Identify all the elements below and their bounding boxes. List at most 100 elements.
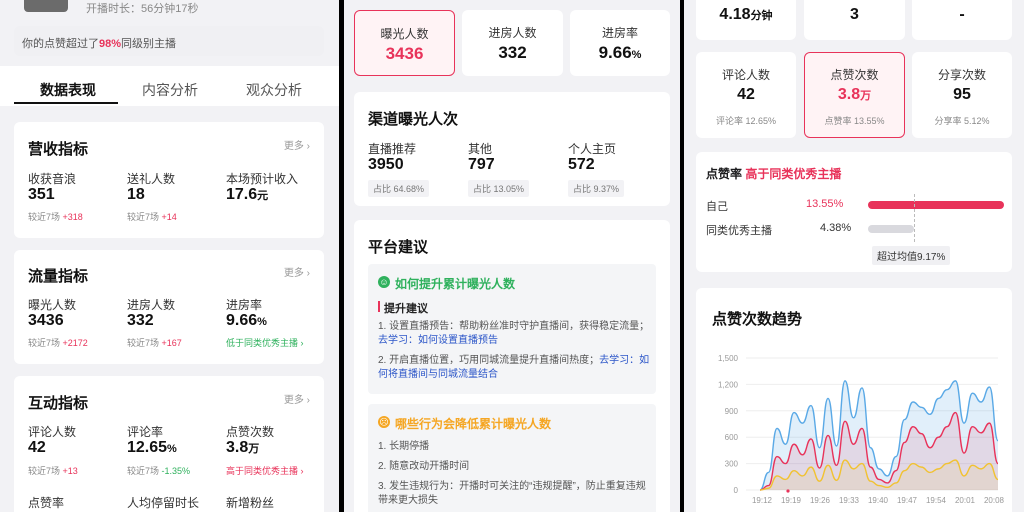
tile-label: 评论人数 xyxy=(721,68,770,82)
like-trend-chart: 0 300 600 900 1,200 1,500 19:12 19:19 19:26 19:33… xyxy=(718,354,1005,505)
x-tick-label: 20:08 xyxy=(984,496,1005,505)
like-trend-card: 点赞次数趋势 0 300 600 900 1,200 1,500 19:12 19:19 19:… xyxy=(696,288,1012,512)
interaction-detail-pane: 4.18分钟 3 - 评论人数 42 评论率 12.65% 点赞次数 3.8万 … xyxy=(684,0,1024,512)
metric-compare: 较近7场 +14 xyxy=(127,212,177,222)
self-bar xyxy=(868,201,1004,209)
data-performance-pane: 开播时长：56分钟17秒 你的点赞超过了98%同级别主播 数据表现 内容分析 观… xyxy=(0,0,339,512)
channel-label: 直播推荐 xyxy=(368,142,417,156)
tile-value: 3436 xyxy=(385,44,424,63)
metric-tile-entry-rate[interactable]: 进房率 9.66% xyxy=(570,10,670,76)
metric-value: 9.66% xyxy=(226,312,267,329)
metric-compare: 较近7场 +318 xyxy=(28,212,83,222)
like-rate-header: 点赞率 高于同类优秀主播 xyxy=(706,167,842,181)
tab-audience-analysis[interactable]: 观众分析 xyxy=(246,80,302,100)
interaction-metrics-card: 互动指标 更多 › 评论人数 42 较近7场 +13 评论率 12.65% 较近… xyxy=(14,376,324,512)
section-marker xyxy=(378,301,380,312)
x-tick-label: 20:01 xyxy=(955,496,976,505)
tab-data-performance[interactable]: 数据表现 xyxy=(40,80,96,100)
metric-tile[interactable]: - xyxy=(912,0,1012,40)
tile-value: - xyxy=(959,6,965,23)
channel-value: 572 xyxy=(568,156,595,173)
metric-label: 送礼人数 xyxy=(127,172,176,186)
x-tick-label: 19:40 xyxy=(868,496,889,505)
tab-active-underline xyxy=(14,102,118,104)
metric-tile[interactable]: 4.18分钟 xyxy=(696,0,796,40)
y-tick-label: 0 xyxy=(734,486,739,495)
x-tick-label: 19:19 xyxy=(781,496,802,505)
tab-content-analysis[interactable]: 内容分析 xyxy=(142,80,198,100)
traffic-metrics-card: 流量指标 更多 › 曝光人数 3436 较近7场 +2172 进房人数 332 … xyxy=(14,250,324,364)
metric-value: 3.8万 xyxy=(226,439,260,456)
metric-label: 进房率 xyxy=(226,298,263,312)
metric-label: 人均停留时长 xyxy=(127,496,200,510)
metric-value: 351 xyxy=(28,186,55,203)
self-value: 13.55% xyxy=(806,198,844,210)
advice-title: 平台建议 xyxy=(368,239,429,256)
metric-value: 18 xyxy=(127,186,145,203)
traffic-detail-pane: 曝光人数 3436 进房人数 332 进房率 9.66% 渠道曝光人次 直播推荐… xyxy=(344,0,680,512)
tile-label: 进房人数 xyxy=(488,26,537,40)
revenue-metrics-card: 营收指标 更多 › 收获音浪 351 较近7场 +318 送礼人数 18 较近7… xyxy=(14,122,324,238)
metric-label: 评论率 xyxy=(127,425,164,439)
section-title: 提升建议 xyxy=(384,303,428,315)
tile-value: 95 xyxy=(953,86,971,103)
metric-value: 12.65% xyxy=(127,439,177,456)
metric-label: 新增粉丝 xyxy=(226,496,275,510)
like-rate-card: 点赞率 高于同类优秀主播 自己 13.55% 同类优秀主播 4.38% 超过均值… xyxy=(696,152,1012,272)
tile-label: 曝光人数 xyxy=(380,27,429,41)
traffic-title: 流量指标 xyxy=(28,268,89,285)
live-duration: 开播时长：56分钟17秒 xyxy=(86,3,199,15)
above-peer-note[interactable]: 高于同类优秀主播 › xyxy=(226,464,304,477)
channel-label: 其他 xyxy=(468,142,493,156)
metric-tile-likes[interactable]: 点赞次数 3.8万 点赞率 13.55% xyxy=(804,52,905,138)
traffic-more-link[interactable]: 更多 › xyxy=(284,264,310,279)
channel-share: 占比 13.05% xyxy=(468,180,530,197)
metric-tile-shares[interactable]: 分享次数 95 分享率 5.12% xyxy=(912,52,1012,138)
metric-label: 点赞次数 xyxy=(226,425,275,439)
advice-item: 2. 随意改动开播时间 xyxy=(378,461,470,472)
channel-title: 渠道曝光人次 xyxy=(368,111,459,128)
metric-tile-comments[interactable]: 评论人数 42 评论率 12.65% xyxy=(696,52,796,138)
metric-value: 17.6元 xyxy=(226,186,269,203)
current-marker xyxy=(786,489,790,493)
revenue-more-link[interactable]: 更多 › xyxy=(284,137,310,152)
channel-value: 3950 xyxy=(368,156,404,173)
advice-item: 3. 发生违规行为：开播时可关注的“违规提醒”，防止重复违规带来更大损失 xyxy=(378,481,646,506)
below-peer-note[interactable]: 低于同类优秀主播 › xyxy=(226,336,304,349)
channel-share: 占比 64.68% xyxy=(368,180,430,197)
metric-value: 3436 xyxy=(28,312,64,329)
metric-compare: 较近7场 +167 xyxy=(127,338,182,348)
learn-link[interactable]: 去学习：如何设置直播预告 xyxy=(378,335,498,346)
peer-value: 4.38% xyxy=(820,222,852,234)
advice-item: 1. 长期停播 xyxy=(378,441,430,452)
channel-value: 797 xyxy=(468,156,495,173)
tile-value: 4.18分钟 xyxy=(719,6,773,23)
interaction-more-link[interactable]: 更多 › xyxy=(284,391,310,406)
peer-label: 同类优秀主播 xyxy=(706,225,772,237)
warning-icon: ☹ xyxy=(378,416,390,428)
x-tick-label: 19:26 xyxy=(810,496,831,505)
metric-label: 评论人数 xyxy=(28,425,77,439)
advice-box-increase: ☺ 如何提升累计曝光人数 提升建议 1. 设置直播预告：帮助粉丝准时守护直播间，… xyxy=(368,264,656,394)
metric-tile[interactable]: 3 xyxy=(804,0,905,40)
x-tick-label: 19:47 xyxy=(897,496,918,505)
smile-icon: ☺ xyxy=(378,276,390,288)
metric-tile-entries[interactable]: 进房人数 332 xyxy=(462,10,563,76)
metric-value: 42 xyxy=(28,439,46,456)
x-tick-label: 19:54 xyxy=(926,496,947,505)
self-label: 自己 xyxy=(706,201,728,213)
tile-value: 3.8万 xyxy=(837,86,872,103)
channel-exposure-card: 渠道曝光人次 直播推荐 3950 占比 64.68% 其他 797 占比 13.… xyxy=(354,92,670,206)
advice-item: 1. 设置直播预告：帮助粉丝准时守护直播间，获得稳定流量；去学习：如何设置直播预… xyxy=(378,321,650,346)
tile-label: 点赞次数 xyxy=(830,68,879,82)
box-title: 如何提升累计曝光人数 xyxy=(395,277,516,291)
metric-compare: 较近7场 +13 xyxy=(28,466,78,476)
metric-label: 进房人数 xyxy=(127,298,176,312)
metric-compare: 较近7场 -1.35% xyxy=(127,466,191,476)
metric-label: 收获音浪 xyxy=(28,172,77,186)
tile-value: 332 xyxy=(498,43,527,62)
metric-value: 332 xyxy=(127,312,154,329)
channel-label: 个人主页 xyxy=(568,142,617,156)
y-tick-label: 600 xyxy=(725,433,739,442)
metric-tile-exposure[interactable]: 曝光人数 3436 xyxy=(354,10,455,76)
